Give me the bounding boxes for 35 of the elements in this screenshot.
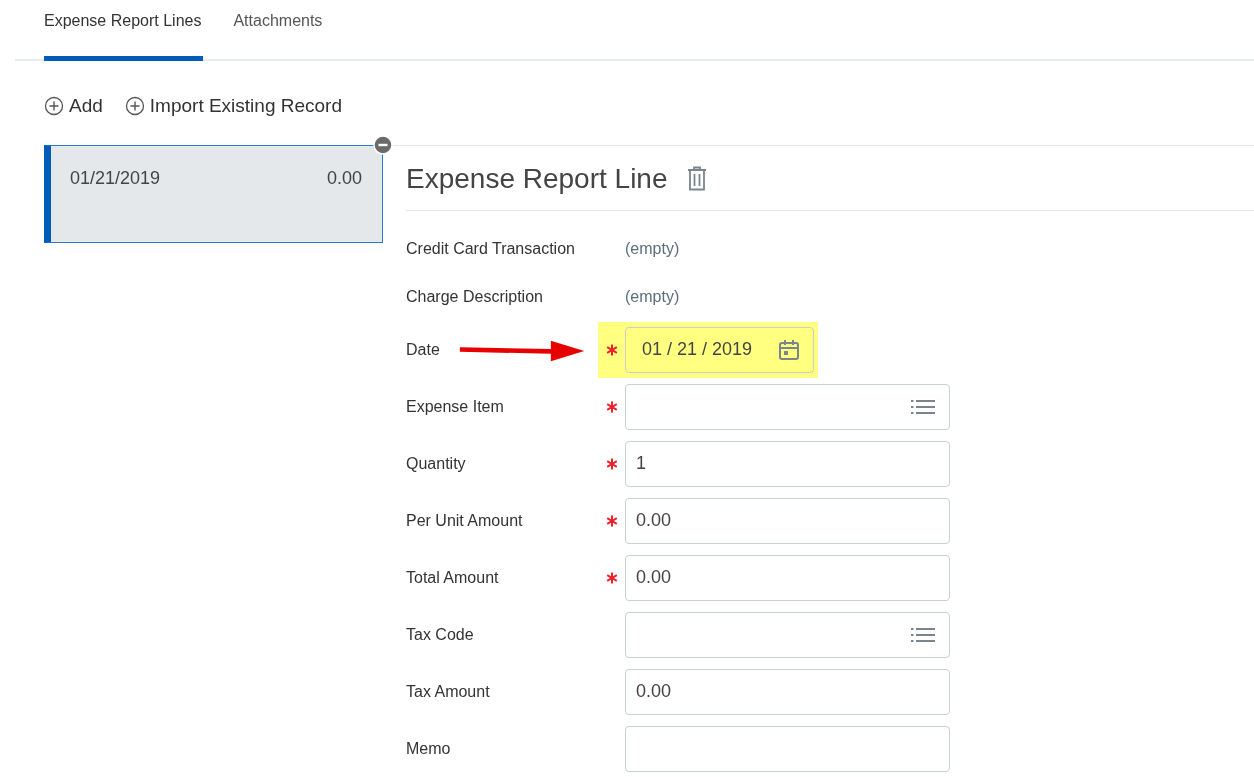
add-button[interactable]: Import Existing Record (124, 95, 342, 117)
line-card[interactable]: 01/21/2019 0.00 (44, 145, 383, 243)
field-label: Date (406, 340, 440, 358)
line-amount: 0.00 (326, 168, 362, 190)
prompt-field[interactable] (625, 383, 950, 430)
input-field[interactable]: 0.00 (625, 497, 950, 544)
calendar-icon (777, 337, 801, 362)
trash-icon[interactable] (685, 166, 708, 192)
input-field[interactable]: 0.00 (625, 554, 950, 601)
list-icon (911, 625, 935, 644)
field-label: Tax Amount (406, 682, 490, 700)
field-label: Credit Card Transaction (406, 240, 575, 257)
tab[interactable]: Expense Report Lines (44, 0, 204, 61)
remove-icon[interactable] (373, 135, 393, 155)
field-value: (empty) (625, 288, 680, 306)
field-value: (empty) (625, 240, 680, 258)
section-title: Expense Report Line (406, 163, 668, 195)
date-field[interactable]: 01 / 21 / 2019 (625, 326, 814, 373)
field-label: Total Amount (406, 568, 499, 586)
field-label: Tax Code (406, 625, 474, 643)
add-button[interactable]: Add (44, 95, 103, 117)
field-label: Quantity (406, 454, 466, 472)
field-label: Memo (406, 739, 451, 757)
list-icon (911, 397, 935, 416)
input-field[interactable] (625, 725, 950, 772)
input-field[interactable]: 0.00 (625, 668, 950, 715)
line-date: 01/21/2019 (70, 168, 161, 190)
plus-circle-icon (44, 96, 64, 116)
field-label: Per Unit Amount (406, 511, 523, 529)
field-label: Expense Item (406, 397, 504, 415)
prompt-field[interactable] (625, 611, 950, 658)
field-label: Charge Description (406, 288, 543, 305)
tab[interactable]: Attachments (233, 0, 325, 61)
plus-circle-icon (124, 96, 145, 116)
input-field[interactable]: 1 (625, 440, 950, 487)
